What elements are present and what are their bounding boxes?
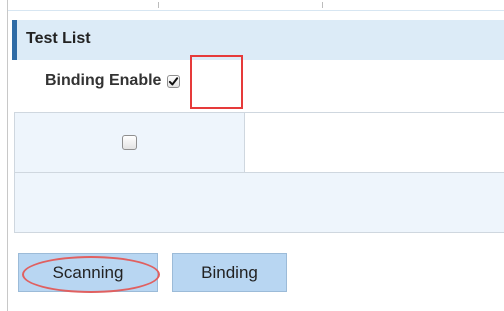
page-left-border — [7, 0, 8, 311]
toolbar-divider — [158, 2, 159, 8]
checkmark-icon — [169, 76, 179, 85]
top-toolbar-strip — [8, 0, 504, 11]
select-all-header-cell — [15, 113, 245, 173]
test-list-table — [14, 112, 504, 233]
binding-enable-label: Binding Enable — [45, 72, 162, 89]
toolbar-divider — [322, 2, 323, 8]
binding-enable-checkbox[interactable] — [167, 74, 181, 88]
table-header-cell — [245, 113, 504, 173]
table-row — [15, 173, 504, 233]
checkbox-highlight-annotation — [190, 55, 243, 109]
scanning-button-highlight-annotation — [22, 256, 160, 293]
binding-enable-row: Binding Enable — [45, 66, 181, 96]
panel-title: Test List — [26, 30, 91, 47]
select-all-checkbox[interactable] — [122, 135, 137, 150]
binding-button[interactable]: Binding — [172, 253, 287, 292]
